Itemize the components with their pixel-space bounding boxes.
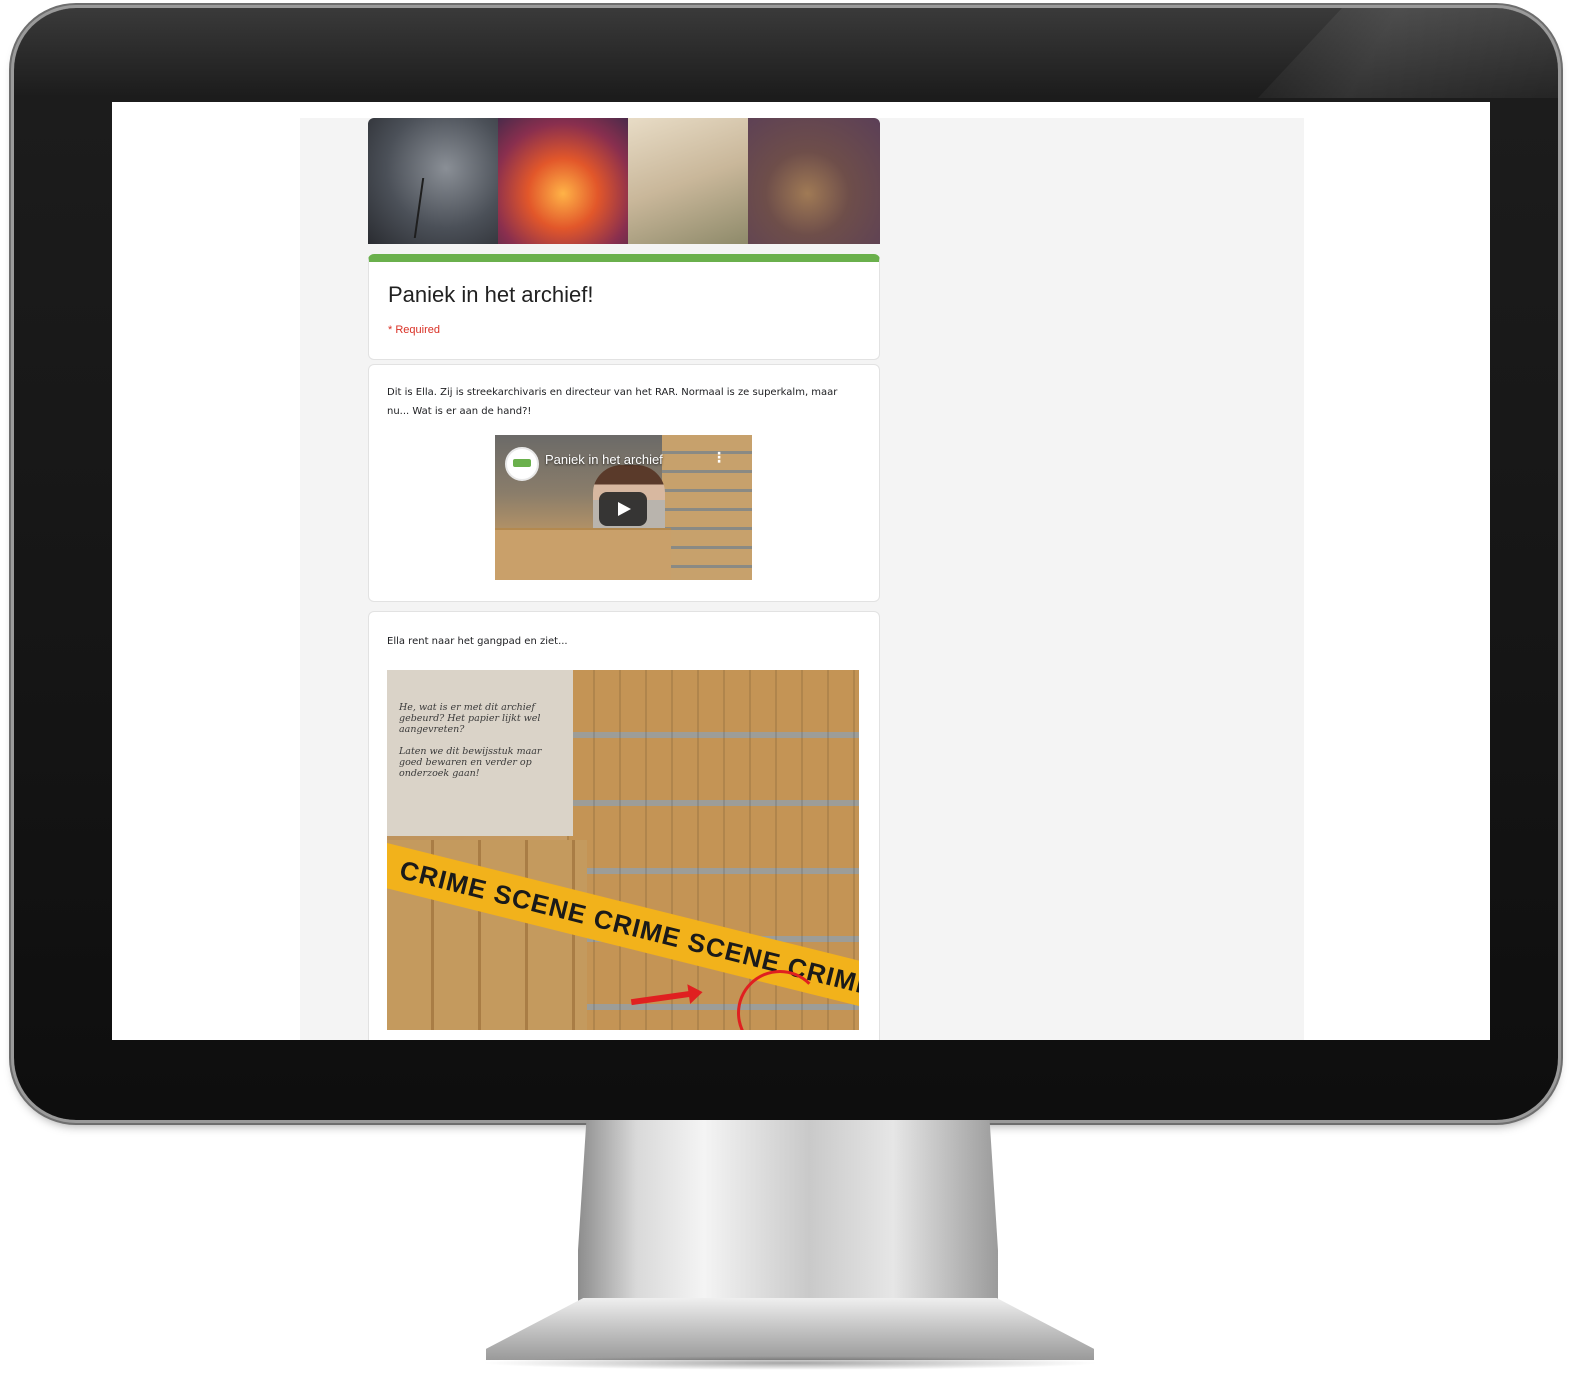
image-card-text: Ella rent naar het gangpad en ziet... xyxy=(387,636,568,647)
header-mouse-image xyxy=(748,118,880,244)
monitor-stand-base xyxy=(486,1298,1094,1360)
header-fire-image xyxy=(498,118,628,244)
crime-scene-card: Ella rent naar het gangpad en ziet... He… xyxy=(368,611,880,1040)
video-archive-shelves xyxy=(662,435,752,580)
more-vert-icon[interactable]: ⋮ xyxy=(712,450,726,466)
form-title: Paniek in het archief! xyxy=(388,282,594,307)
video-cardboard-box xyxy=(495,528,671,580)
handwritten-note: He, wat is er met dit archief gebeurd? H… xyxy=(387,670,573,836)
crime-scene-image: He, wat is er met dit archief gebeurd? H… xyxy=(387,670,859,1030)
form-title-card: Paniek in het archief! * Required xyxy=(368,254,880,360)
tree-silhouette xyxy=(413,178,465,238)
play-icon[interactable] xyxy=(599,492,647,526)
handwritten-note-text: He, wat is er met dit archief gebeurd? H… xyxy=(399,702,542,779)
video-title[interactable]: Paniek in het archief xyxy=(545,452,663,467)
bezel-gloss xyxy=(1258,8,1558,98)
required-note: * Required xyxy=(388,324,440,336)
monitor-screen: Paniek in het archief! * Required Dit is… xyxy=(112,102,1490,1040)
youtube-video-embed[interactable]: Paniek in het archief ⋮ xyxy=(495,435,752,580)
header-old-paper-image xyxy=(628,118,748,244)
monitor-stand-shadow xyxy=(480,1356,1100,1370)
channel-logo-icon[interactable] xyxy=(505,447,539,481)
intro-text: Dit is Ella. Zij is streekarchivaris en … xyxy=(387,387,838,417)
intro-video-card: Dit is Ella. Zij is streekarchivaris en … xyxy=(368,364,880,602)
monitor-bezel: Paniek in het archief! * Required Dit is… xyxy=(14,8,1558,1120)
header-storm-tree-image xyxy=(368,118,498,244)
form-header-image xyxy=(368,118,880,244)
